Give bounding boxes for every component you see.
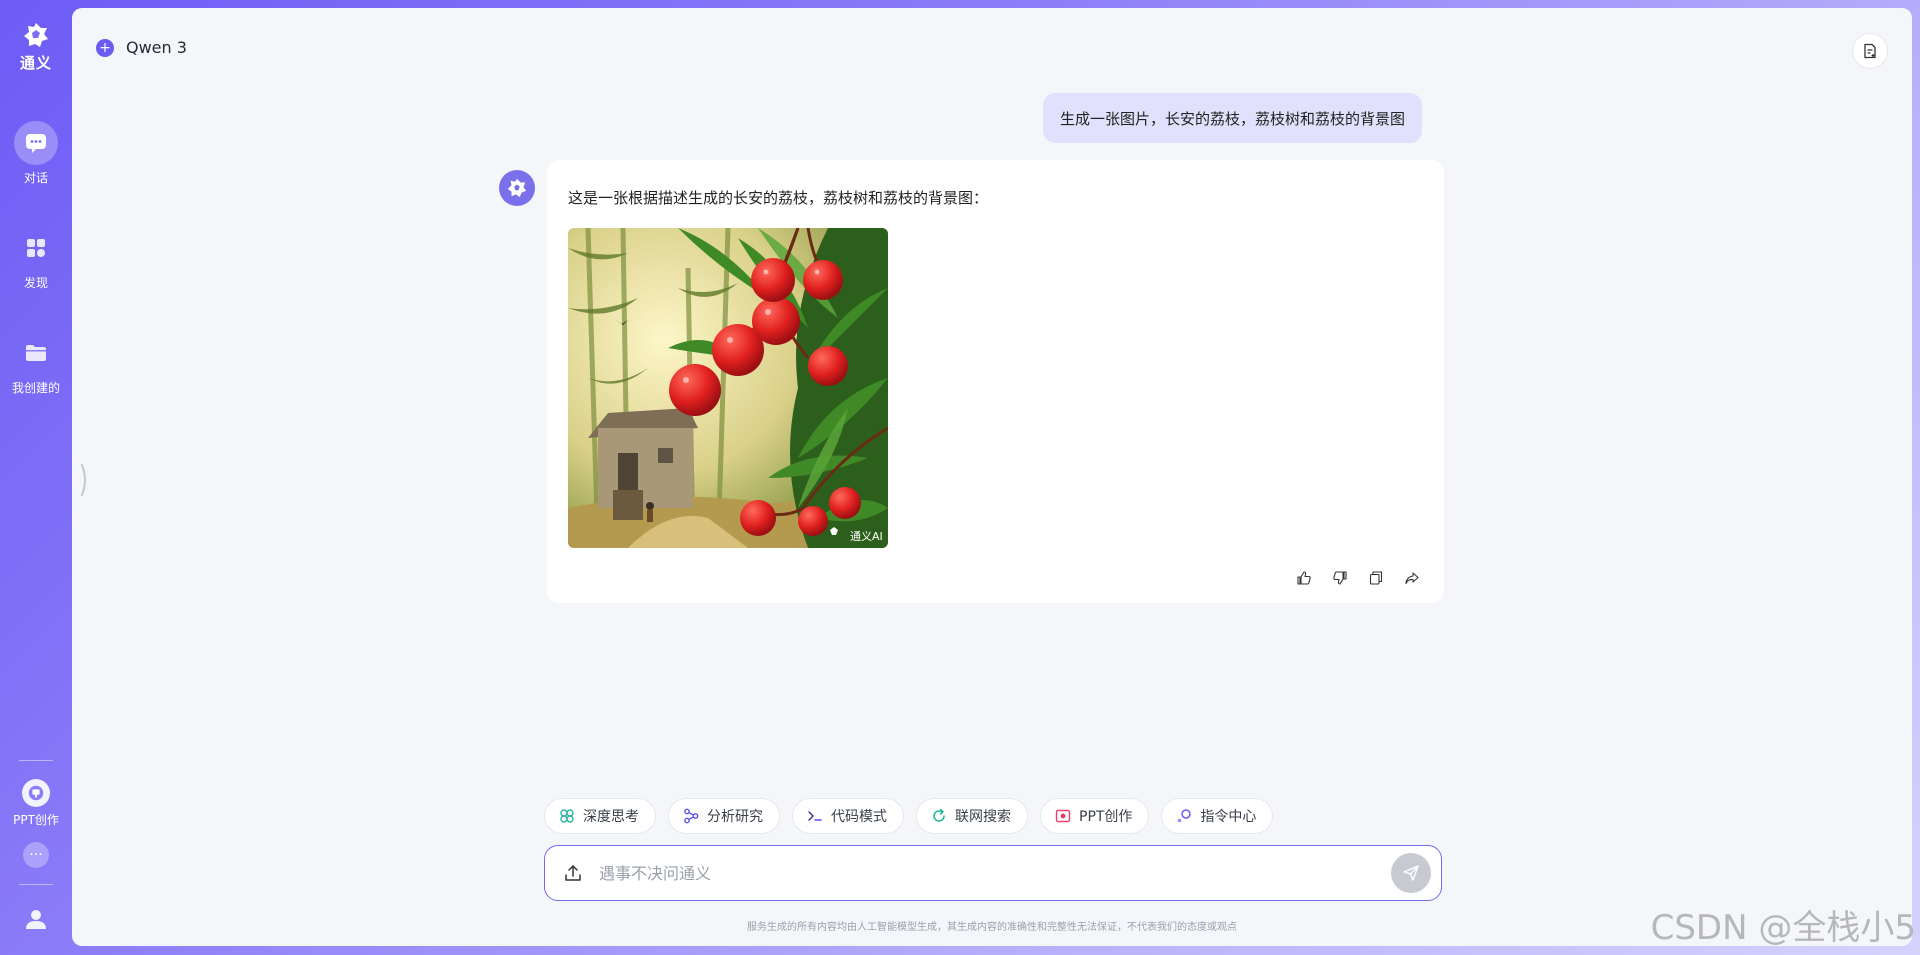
thumbs-down-icon	[1333, 571, 1347, 585]
thumbs-up-icon	[1297, 571, 1311, 585]
chip-label: 指令中心	[1200, 809, 1257, 825]
send-icon	[1403, 865, 1419, 881]
csdn-watermark: CSDN @全栈小5	[1650, 908, 1916, 948]
ppt-avatar-icon	[22, 779, 50, 807]
chat-icon	[25, 134, 46, 153]
grid-icon	[26, 239, 45, 257]
chip-ppt[interactable]: PPT创作	[1040, 798, 1150, 834]
chip-label: 深度思考	[583, 809, 639, 825]
like-button[interactable]	[1294, 568, 1314, 588]
model-name: Qwen 3	[126, 38, 187, 57]
model-selector[interactable]: + Qwen 3	[96, 38, 187, 57]
chat-input-box	[544, 845, 1442, 901]
chip-code-mode[interactable]: 代码模式	[792, 798, 904, 834]
brand-logo[interactable]: 通义	[20, 20, 52, 73]
assistant-message-card: 这是一张根据描述生成的长安的荔枝，荔枝树和荔枝的背景图： 通义AI	[547, 160, 1444, 603]
chip-label: 代码模式	[831, 809, 887, 825]
lychee-illustration: 通义AI	[568, 228, 888, 548]
main-panel: + Qwen 3 生成一张图片，长安的荔枝，荔枝树和荔枝的背景图 这是一张根据描…	[72, 8, 1912, 946]
sidebar-item-chat[interactable]: 对话	[13, 121, 58, 186]
message-actions	[1294, 568, 1422, 588]
chip-command-center[interactable]: 指令中心	[1161, 798, 1274, 834]
user-message-text: 生成一张图片，长安的荔枝，荔枝树和荔枝的背景图	[1059, 109, 1405, 128]
sidebar-item-label: 对话	[23, 171, 48, 185]
chip-web-search[interactable]: 联网搜索	[916, 798, 1028, 834]
sidebar-item-label: 我创建的	[11, 381, 60, 395]
disclaimer-text: 服务生成的所有内容均由人工智能模型生成，其生成内容的准确性和完整性无法保证，不代…	[747, 922, 1237, 933]
image-watermark: 通义AI	[850, 530, 883, 543]
more-button[interactable]: ···	[23, 842, 49, 868]
new-doc-button[interactable]	[1852, 33, 1888, 69]
sidebar: 通义 对话 发现 我创建的 PPT创作 ···	[0, 0, 72, 955]
assistant-avatar	[499, 170, 535, 206]
sidebar-item-discover[interactable]: 发现	[14, 226, 58, 291]
user-icon	[26, 910, 46, 929]
chat-input[interactable]	[599, 863, 1391, 883]
share-icon	[1405, 572, 1419, 585]
tongyi-logo-icon	[23, 23, 48, 47]
assistant-message-text: 这是一张根据描述生成的长安的荔枝，荔枝树和荔枝的背景图：	[568, 189, 989, 207]
deep-think-icon	[560, 809, 574, 823]
copy-button[interactable]	[1366, 568, 1386, 588]
sidebar-bottom: PPT创作 ···	[0, 760, 72, 955]
code-icon	[808, 811, 822, 821]
chip-label: 分析研究	[707, 809, 763, 825]
upload-icon	[565, 865, 581, 881]
user-profile-button[interactable]	[24, 907, 48, 935]
sidebar-collapse-handle[interactable]	[80, 463, 90, 497]
sidebar-item-my-creations[interactable]: 我创建的	[12, 331, 60, 396]
share-button[interactable]	[1402, 568, 1422, 588]
feature-chips: 深度思考 分析研究 代码模式 联网搜索 PPT创作 指令中心	[544, 798, 1274, 834]
chip-label: PPT创作	[1079, 809, 1133, 825]
chip-label: 联网搜索	[955, 809, 1011, 825]
dislike-button[interactable]	[1330, 568, 1350, 588]
chip-deep-think[interactable]: 深度思考	[544, 798, 656, 834]
folder-icon	[25, 345, 46, 361]
tongyi-logo-icon	[507, 178, 527, 198]
web-search-icon	[933, 808, 945, 822]
ppt-icon	[1055, 809, 1071, 823]
plus-icon: +	[96, 38, 114, 57]
command-icon	[1178, 809, 1192, 823]
sidebar-item-label: PPT创作	[13, 813, 59, 827]
sidebar-divider	[19, 884, 53, 885]
send-button[interactable]	[1391, 853, 1431, 893]
user-message-bubble: 生成一张图片，长安的荔枝，荔枝树和荔枝的背景图	[1042, 93, 1422, 143]
chip-analysis[interactable]: 分析研究	[668, 798, 780, 834]
sidebar-item-label: 发现	[23, 276, 48, 290]
sidebar-item-ppt[interactable]: PPT创作	[13, 779, 59, 828]
analysis-icon	[684, 808, 699, 824]
document-icon	[1864, 43, 1876, 59]
generated-image[interactable]: 通义AI	[568, 228, 888, 548]
more-dots-icon: ···	[29, 847, 43, 863]
copy-icon	[1369, 571, 1383, 585]
collapse-arrow-icon	[81, 464, 86, 496]
upload-button[interactable]	[561, 861, 585, 885]
brand-name: 通义	[19, 54, 52, 72]
sidebar-divider	[19, 760, 53, 761]
